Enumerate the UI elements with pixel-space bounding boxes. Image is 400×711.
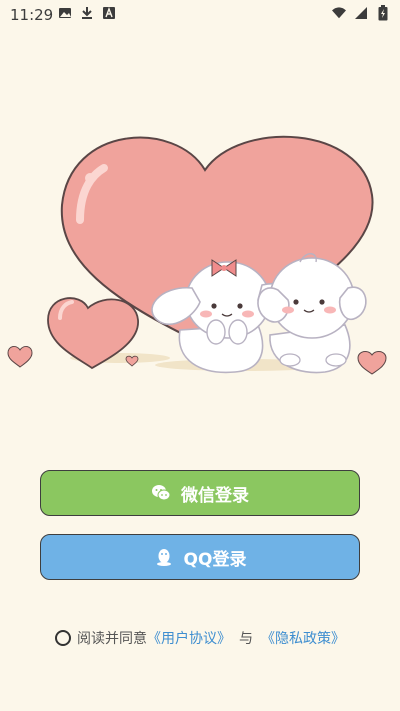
- qq-login-label: QQ登录: [183, 549, 247, 570]
- status-right-icons: [332, 5, 390, 21]
- wechat-login-button[interactable]: 微信登录: [40, 470, 360, 516]
- download-icon: [80, 6, 94, 20]
- tiny-heart-mid: [125, 355, 139, 367]
- status-time: 11:29: [10, 6, 54, 24]
- wifi-icon: [332, 6, 346, 20]
- tiny-heart-left: [7, 345, 33, 368]
- status-left-icons: [58, 6, 116, 20]
- qq-login-button[interactable]: QQ登录: [40, 534, 360, 580]
- status-bar: 11:29: [0, 0, 400, 28]
- hero-illustration: [7, 135, 387, 375]
- privacy-policy-link[interactable]: 《隐私政策》: [261, 628, 345, 648]
- agreement-conjunction: 与: [239, 631, 253, 647]
- battery-charging-icon: [376, 5, 390, 21]
- signal-icon: [354, 6, 368, 20]
- user-agreement-link[interactable]: 《用户协议》: [147, 628, 231, 648]
- wechat-login-label: 微信登录: [181, 485, 249, 506]
- tiny-heart-right: [357, 350, 387, 375]
- agreement-prefix: 阅读并同意: [77, 631, 147, 647]
- text-a-icon: [102, 6, 116, 20]
- qq-penguin-icon: [154, 547, 174, 567]
- image-icon: [58, 6, 72, 20]
- wechat-icon: [151, 483, 171, 503]
- agreement-row: 阅读并同意 《用户协议》 与 《隐私政策》: [0, 628, 400, 648]
- agreement-radio[interactable]: [55, 630, 71, 646]
